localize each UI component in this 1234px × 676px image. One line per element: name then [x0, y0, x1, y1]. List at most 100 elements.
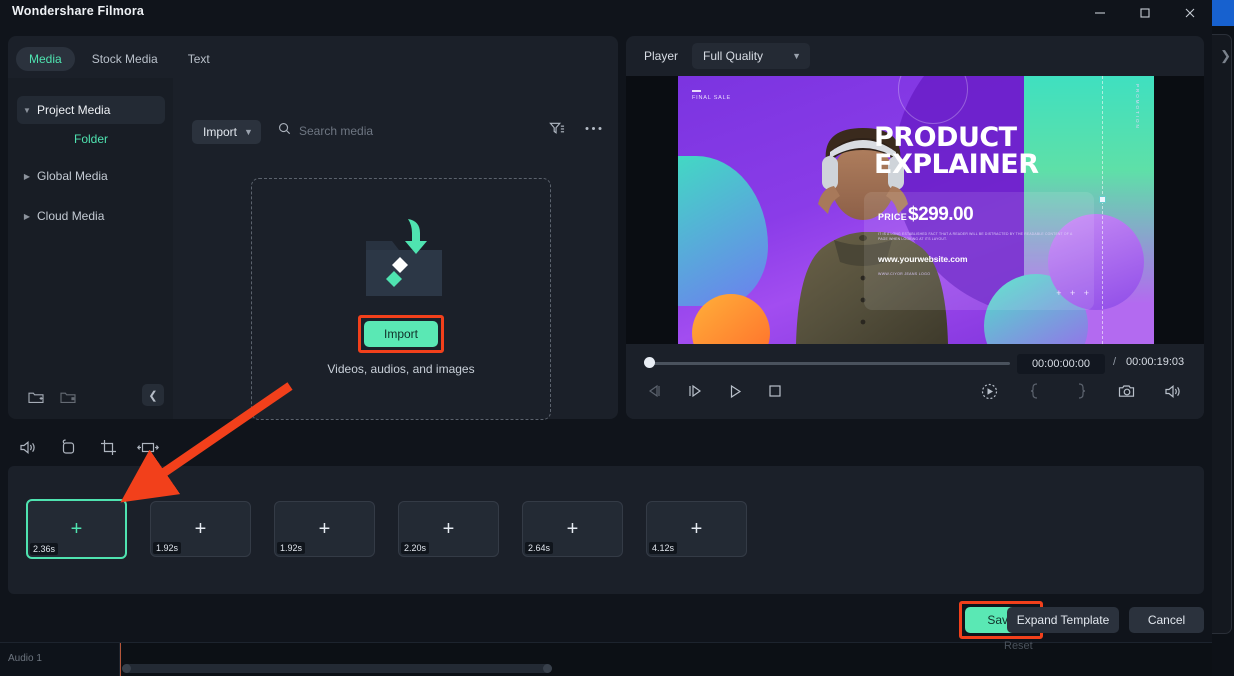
new-folder-icon[interactable]: [24, 385, 48, 409]
duration-icon[interactable]: [136, 436, 160, 458]
player-transport: 00:00:00:00 / 00:00:19:03: [626, 344, 1204, 419]
close-icon[interactable]: [1167, 0, 1212, 26]
search-icon: [278, 122, 291, 140]
video-preview[interactable]: FINAL SALE PRODUCT EXPLAINER PRICE $299.…: [678, 76, 1154, 344]
seek-bar[interactable]: [650, 362, 1010, 365]
filter-icon[interactable]: [549, 121, 565, 136]
seek-handle[interactable]: [644, 357, 655, 368]
transport-left-controls: [644, 380, 786, 402]
timeline-scrollbar[interactable]: [122, 664, 552, 673]
preview-transform-handle[interactable]: [1099, 196, 1106, 203]
add-media-icon: +: [566, 518, 579, 540]
timeline-track-header: Audio 1: [0, 643, 120, 676]
table-row[interactable]: + 4.12s: [646, 501, 747, 557]
media-toolbar-right: [549, 121, 602, 136]
reset-label[interactable]: Reset: [1004, 640, 1033, 652]
render-preview-icon[interactable]: [978, 380, 1000, 402]
sidebar-item-project-media[interactable]: ▼ Project Media: [17, 96, 165, 124]
table-row[interactable]: + 1.92s: [274, 501, 375, 557]
title-bar: Wondershare Filmora: [0, 0, 1212, 26]
preview-price-row: PRICE $299.00: [878, 204, 974, 226]
player-label: Player: [644, 49, 679, 63]
collapse-panel-icon[interactable]: ❮: [142, 384, 164, 406]
cancel-button[interactable]: Cancel: [1129, 607, 1204, 633]
preview-price-value: $299.00: [908, 204, 974, 225]
search-input[interactable]: [299, 124, 519, 138]
expand-template-button[interactable]: Expand Template: [1007, 607, 1119, 633]
preview-subtext: WWW.CIYOR JEANS LOGO: [878, 272, 931, 276]
chevron-down-icon: ▼: [244, 127, 253, 137]
chevron-down-icon: ▼: [23, 105, 31, 115]
preview-badge: FINAL SALE: [692, 90, 731, 101]
video-stage: FINAL SALE PRODUCT EXPLAINER PRICE $299.…: [626, 76, 1204, 344]
import-button[interactable]: Import: [364, 321, 438, 347]
clip-edit-toolbar: [0, 428, 1212, 466]
media-panel: Media Stock Media Text ▼ Project Media F…: [8, 36, 618, 420]
preview-website: www.yourwebsite.com: [878, 254, 968, 264]
add-media-icon: +: [194, 518, 207, 540]
media-dropzone[interactable]: Import Videos, audios, and images: [251, 178, 551, 420]
sidebar-subitem-label: Folder: [73, 132, 108, 146]
preview-title-line2: EXPLAINER: [874, 149, 1039, 180]
play-icon[interactable]: [724, 380, 746, 402]
tab-text[interactable]: Text: [175, 47, 223, 71]
quality-value: Full Quality: [703, 49, 764, 63]
preview-plus-marks: + + +: [1056, 288, 1092, 298]
audio-icon[interactable]: [16, 436, 40, 458]
sidebar-item-global-media[interactable]: ▶ Global Media: [17, 162, 165, 190]
tab-stock-media[interactable]: Stock Media: [79, 47, 171, 71]
preview-title: PRODUCT EXPLAINER: [874, 124, 1144, 178]
playhead[interactable]: [120, 643, 121, 676]
scrollbar-handle-right[interactable]: [543, 664, 552, 673]
crop-icon[interactable]: [96, 436, 120, 458]
chevron-right-icon: ▶: [23, 171, 31, 181]
import-folder-icon: [346, 217, 456, 307]
sidebar-footer: ❮: [8, 383, 173, 413]
previous-frame-icon[interactable]: [644, 380, 666, 402]
transport-right-controls: [978, 380, 1184, 402]
scrollbar-handle-left[interactable]: [122, 664, 131, 673]
import-dropdown-button[interactable]: Import ▼: [192, 120, 261, 144]
rotate-icon[interactable]: [56, 436, 80, 458]
current-timecode[interactable]: 00:00:00:00: [1017, 354, 1105, 374]
preview-vertical-text: PROMOTION: [1135, 84, 1140, 130]
preview-guide-line: [1102, 76, 1103, 344]
clip-duration: 1.92s: [153, 542, 182, 554]
preview-title-line1: PRODUCT: [874, 122, 1017, 153]
camera-icon[interactable]: [1116, 380, 1138, 402]
maximize-icon[interactable]: [1122, 0, 1167, 26]
table-row[interactable]: + 2.64s: [522, 501, 623, 557]
window-controls: [1077, 0, 1212, 26]
clip-duration: 1.92s: [277, 542, 306, 554]
table-row[interactable]: + 2.20s: [398, 501, 499, 557]
timecode-separator: /: [1113, 356, 1117, 368]
speaker-icon[interactable]: [1162, 380, 1184, 402]
sidebar-item-label: Project Media: [37, 103, 111, 117]
mark-in-icon[interactable]: [1024, 380, 1046, 402]
clip-duration: 4.12s: [649, 542, 678, 554]
sidebar-item-label: Global Media: [37, 169, 108, 183]
background-chevron-icon: ❯: [1220, 48, 1231, 63]
track-label: Audio 1: [8, 653, 42, 664]
next-frame-icon[interactable]: [684, 380, 706, 402]
add-media-icon: +: [442, 518, 455, 540]
table-row[interactable]: + 2.36s: [26, 499, 127, 559]
folder-options-icon[interactable]: [56, 385, 80, 409]
clip-duration: 2.64s: [525, 542, 554, 554]
minimize-icon[interactable]: [1077, 0, 1122, 26]
preview-body-text: IT IS A LONG ESTABLISHED FACT THAT A REA…: [878, 232, 1073, 242]
table-row[interactable]: + 1.92s: [150, 501, 251, 557]
preview-price-label: PRICE: [878, 212, 908, 222]
transport-controls: [626, 380, 1204, 414]
sidebar-subitem-folder[interactable]: Folder: [17, 126, 165, 152]
tab-media[interactable]: Media: [16, 47, 75, 71]
add-media-icon: +: [70, 518, 83, 540]
stop-icon[interactable]: [764, 380, 786, 402]
media-sidebar: ▼ Project Media Folder ▶ Global Media ▶ …: [8, 78, 173, 419]
more-options-icon[interactable]: [585, 126, 602, 131]
seek-row: 00:00:00:00 / 00:00:19:03: [626, 352, 1204, 374]
mark-out-icon[interactable]: [1070, 380, 1092, 402]
sidebar-item-cloud-media[interactable]: ▶ Cloud Media: [17, 202, 165, 230]
quality-select[interactable]: Full Quality ▼: [692, 43, 811, 69]
chevron-right-icon: ▶: [23, 211, 31, 221]
